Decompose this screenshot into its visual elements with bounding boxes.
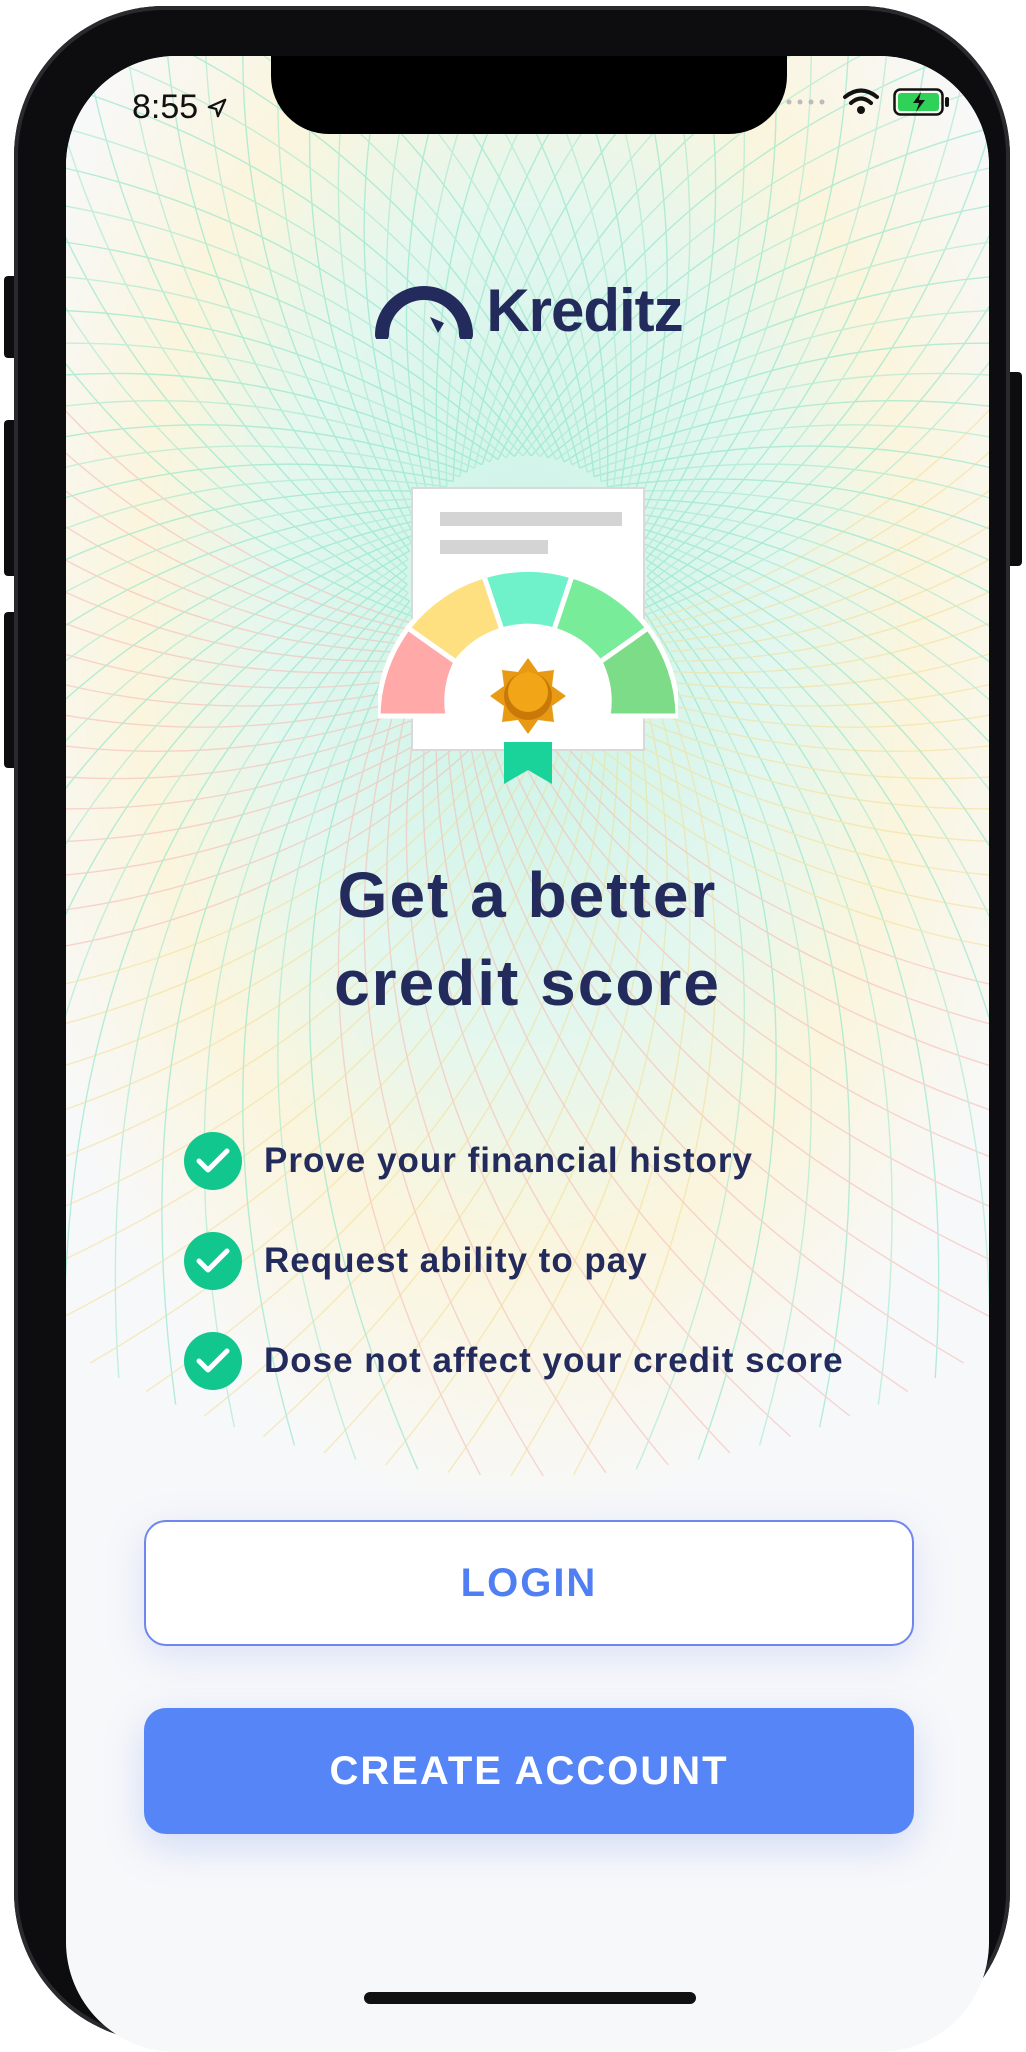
list-item: Request ability to pay	[184, 1211, 844, 1311]
credit-score-certificate-icon	[378, 487, 678, 784]
feature-label: Dose not affect your credit score	[264, 1341, 844, 1380]
headline-line-2: credit score	[334, 947, 721, 1019]
brand-logo: Kreditz	[66, 276, 989, 345]
check-circle-icon	[184, 1332, 242, 1390]
status-time: 8:55	[132, 88, 199, 126]
check-circle-icon	[184, 1232, 242, 1290]
location-arrow-icon	[207, 98, 227, 117]
gauge-arc-icon	[375, 285, 474, 339]
brand-name: Kreditz	[486, 277, 683, 344]
list-item: Dose not affect your credit score	[184, 1311, 844, 1411]
page-title: Get a better credit score	[66, 851, 989, 1027]
phone-frame: 8:55 Kreditz Get a better credit score P…	[14, 6, 1010, 2052]
home-indicator[interactable]	[364, 1992, 696, 2004]
app-screen: 8:55 Kreditz Get a better credit score P…	[66, 56, 989, 2052]
check-circle-icon	[184, 1132, 242, 1190]
login-button[interactable]: LOGIN	[144, 1520, 914, 1646]
feature-label: Request ability to pay	[264, 1241, 648, 1280]
battery-charging-icon	[893, 88, 949, 116]
feature-list: Prove your financial history Request abi…	[184, 1111, 844, 1411]
status-bar: 8:55	[66, 88, 989, 132]
feature-label: Prove your financial history	[264, 1141, 753, 1180]
list-item: Prove your financial history	[184, 1111, 844, 1211]
headline-line-1: Get a better	[337, 859, 718, 931]
cellular-dots-icon	[786, 99, 825, 105]
wifi-icon	[843, 88, 879, 114]
create-account-button[interactable]: CREATE ACCOUNT	[144, 1708, 914, 1834]
